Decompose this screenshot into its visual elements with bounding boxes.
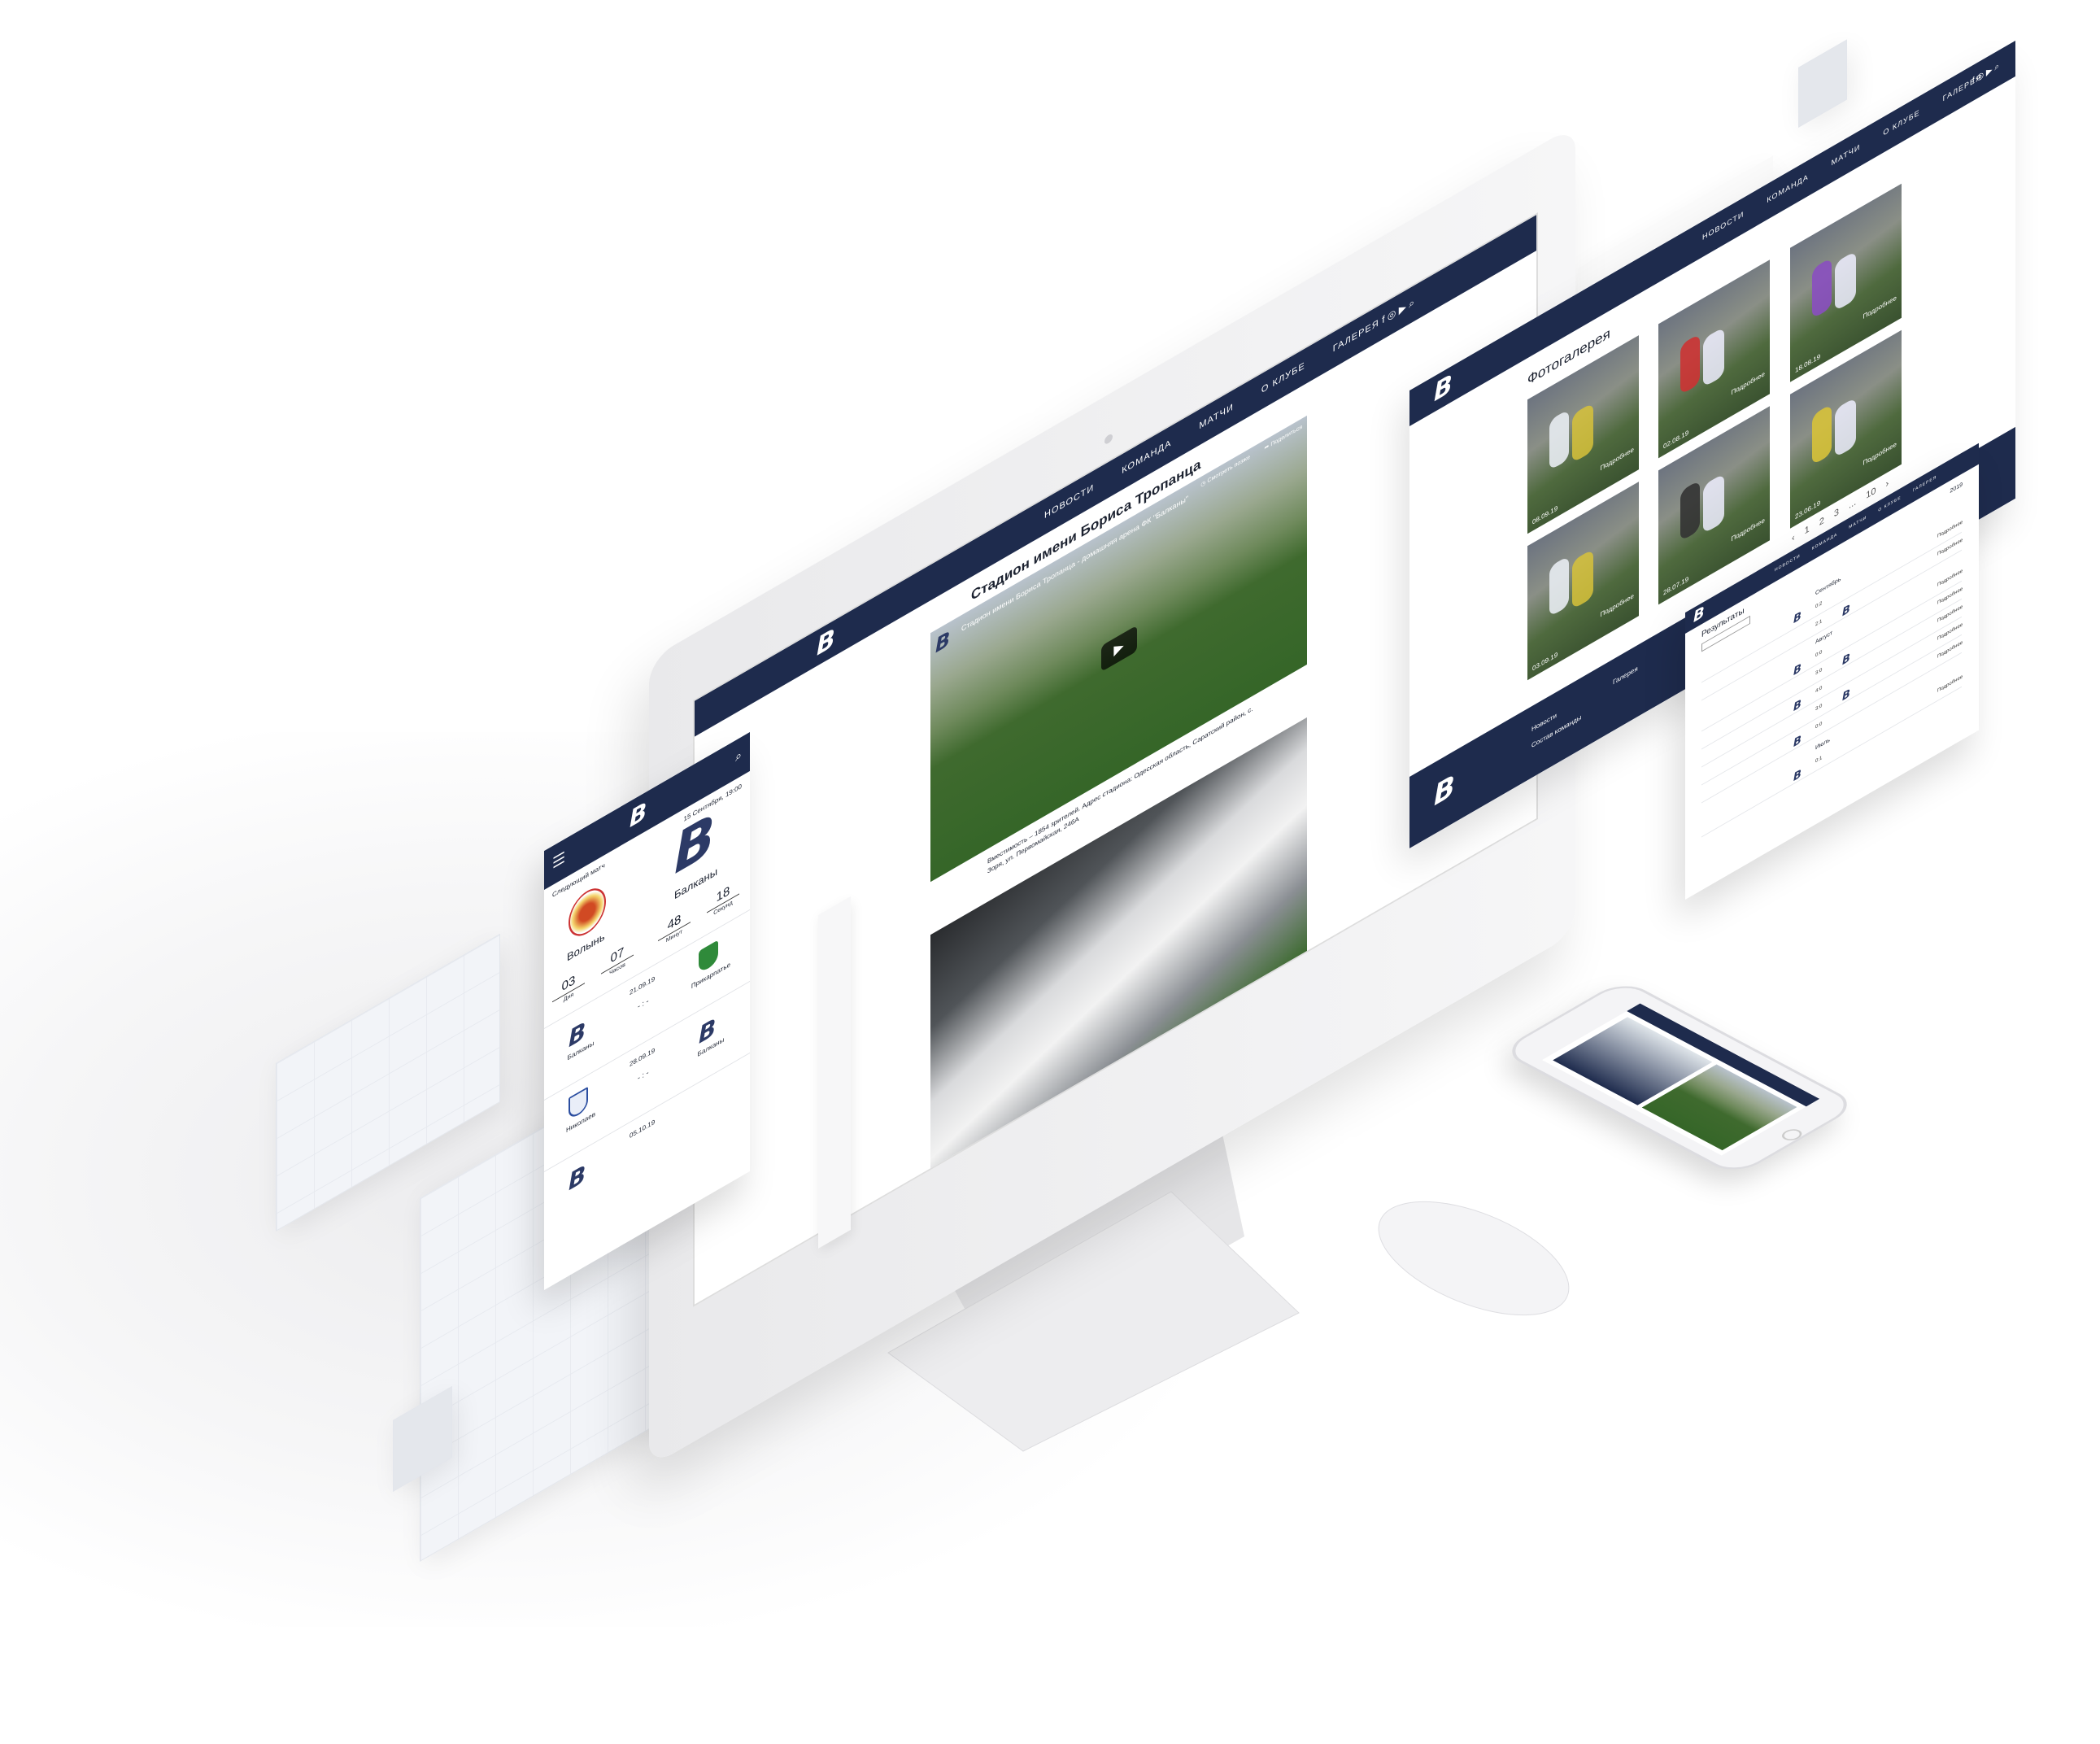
- countdown-hours: 07 Часов: [601, 939, 634, 981]
- photo-date: 08.09.19: [1532, 504, 1558, 526]
- nav-gallery[interactable]: Галерея: [1333, 318, 1379, 355]
- nav-matches[interactable]: Матчи: [1849, 515, 1867, 530]
- watch-later-button[interactable]: ◷ Смотреть позже: [1200, 453, 1250, 488]
- photo-date: 28.07.19: [1663, 574, 1689, 597]
- nav-matches[interactable]: Матчи: [1832, 142, 1861, 168]
- fixture-date: 21.09.19: [630, 974, 656, 997]
- team-logo: B: [1793, 768, 1800, 785]
- footer-logo[interactable]: B: [1434, 770, 1453, 813]
- hamburger-icon[interactable]: ☰: [552, 848, 565, 873]
- page-1[interactable]: 1: [1805, 524, 1810, 537]
- placeholder-strip: [818, 896, 851, 1249]
- score: 0:2: [1815, 600, 1823, 610]
- photo-date: 18.08.19: [1795, 352, 1821, 375]
- social-icons[interactable]: f ◎ ▶ ⌕: [1972, 61, 1999, 85]
- team-logo: B: [1793, 734, 1800, 751]
- play-icon[interactable]: ▶: [1100, 625, 1137, 673]
- site-logo[interactable]: B: [630, 797, 645, 833]
- more-link[interactable]: Подробнее: [1863, 294, 1897, 320]
- social-icons[interactable]: f ◎ ▶ ⌕: [1382, 296, 1414, 327]
- site-logo[interactable]: B: [1693, 604, 1703, 626]
- details-link[interactable]: Подробнее: [1937, 674, 1963, 694]
- nav-matches[interactable]: Матчи: [1199, 402, 1234, 432]
- score: 4:0: [1815, 685, 1823, 695]
- countdown-seconds: 18 Секунд: [707, 878, 739, 920]
- fixture-score: - : -: [638, 996, 649, 1011]
- video-channel-logo: B: [935, 627, 949, 658]
- team-logo: B: [1842, 603, 1849, 620]
- fixture-date: 28.09.19: [630, 1046, 656, 1069]
- page-2[interactable]: 2: [1819, 516, 1824, 529]
- score: 0:0: [1815, 721, 1823, 730]
- photo-date: 02.08.19: [1663, 428, 1689, 451]
- nav-about[interactable]: О клубе: [1878, 495, 1901, 513]
- prev-page-button[interactable]: ‹: [1792, 533, 1795, 544]
- next-page-button[interactable]: ›: [1885, 478, 1889, 490]
- share-button[interactable]: ➦ Поделиться: [1265, 423, 1302, 451]
- score: 2:1: [1815, 618, 1823, 628]
- nav-about[interactable]: О клубе: [1261, 360, 1305, 395]
- more-link[interactable]: Подробнее: [1601, 446, 1635, 473]
- search-icon[interactable]: ⌕: [735, 748, 742, 765]
- fixture-score: - : -: [638, 1067, 649, 1083]
- mouse: [1378, 1201, 1570, 1316]
- more-link[interactable]: Подробнее: [1732, 517, 1766, 543]
- site-logo[interactable]: B: [817, 624, 834, 662]
- score: 3:0: [1815, 703, 1823, 713]
- site-logo[interactable]: B: [1434, 370, 1451, 408]
- more-link[interactable]: Подробнее: [1732, 370, 1766, 397]
- page-10[interactable]: 10: [1866, 486, 1876, 501]
- team-logo: B: [569, 1160, 585, 1197]
- photo-date: 23.06.19: [1795, 499, 1821, 521]
- score: 0:0: [1815, 649, 1823, 659]
- more-link[interactable]: Подробнее: [1601, 592, 1635, 619]
- countdown-minutes: 48 Минут: [658, 906, 691, 948]
- year-label: 2019: [1950, 482, 1963, 495]
- watch-later-label: Смотреть позже: [1207, 454, 1250, 485]
- page-ellipsis: ...: [1849, 496, 1857, 512]
- countdown-days: 03 Дня: [552, 967, 585, 1009]
- photo-date: 03.09.19: [1532, 650, 1558, 673]
- nav-news[interactable]: Новости: [1044, 482, 1094, 521]
- fixture-date: 05.10.19: [630, 1118, 656, 1140]
- nav-team[interactable]: Команда: [1122, 438, 1171, 476]
- camera-dot: [1104, 432, 1113, 446]
- footer-link-gallery[interactable]: Галерея: [1613, 665, 1638, 687]
- score: 3:0: [1815, 667, 1823, 677]
- page-3[interactable]: 3: [1834, 507, 1839, 520]
- score: 0:1: [1815, 755, 1823, 765]
- share-label: Поделиться: [1270, 424, 1302, 448]
- more-link[interactable]: Подробнее: [1863, 440, 1897, 467]
